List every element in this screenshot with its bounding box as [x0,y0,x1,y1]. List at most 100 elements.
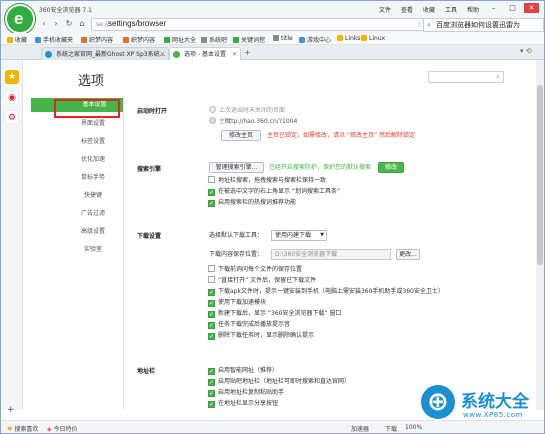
fav-item[interactable]: Linux [361,35,385,42]
menu-file[interactable]: 文件 [379,5,391,14]
nav-shortcuts[interactable]: 快捷键 [23,189,123,203]
fav-item[interactable]: 系统吧 [201,35,227,44]
download-option[interactable]: ✓ 下载apk文件时，提示一键安装到手机（电脑上需安装360手机助手或360安全卫… [208,287,444,296]
modify-search-button[interactable]: 修改 [378,162,404,173]
checkbox[interactable]: ✓ [208,390,215,397]
address-option[interactable]: ✓ 启用贴吧地址栏（地址栏可即时搜索和直达官网） [208,377,350,386]
fav-item[interactable]: 织梦内容 [81,35,113,44]
status-favorite[interactable]: ♥ 搜索喜欢 [7,424,38,433]
add-sidebar-icon[interactable]: + [7,405,15,415]
tab-xitongzhijia[interactable]: 系统之家官网_最新Ghost XP Sp3系统... ✕ [41,47,169,60]
checkbox[interactable]: ✓ [208,333,215,340]
menu-tools[interactable]: 工具 [445,5,457,14]
download-option[interactable]: “直接打开” 文件后，保留已下载文件 [208,276,316,285]
nav-interface-settings[interactable]: 界面设置 [23,117,123,131]
favorites-bar: 收藏 手机收藏夹 织梦内容 织梦内容 网址大全 系统吧 关键词挖 title 游… [1,33,544,45]
download-heading: 下载设置 [137,233,162,240]
save-location-field[interactable]: D:\360安全浏览器下载 [271,249,391,260]
chevron-down-icon: ▼ [320,232,324,238]
watermark-icon: ⊕ [419,383,457,421]
fav-item[interactable]: 手机收藏夹 [35,35,73,44]
checkbox[interactable]: ✓ [208,311,215,318]
search-text[interactable]: 百度浏览器如何设置迅雷为 [436,20,520,30]
checkbox[interactable] [208,265,215,272]
forward-icon[interactable]: › [51,18,61,30]
checkbox[interactable]: ✓ [208,300,215,307]
fav-item[interactable]: 关键词挖 [233,35,265,44]
new-tab-icon[interactable]: + [244,48,251,57]
change-location-button[interactable]: 更改... [396,249,420,260]
minimize-icon[interactable]: – [486,3,501,13]
tab-bar: 系统之家官网_最新Ghost XP Sp3系统... ✕ 选项 - 基本设置 ✕ +… [1,45,544,60]
menu-favorites[interactable]: 收藏 [423,5,435,14]
url-scheme: se:// [96,21,109,28]
checkbox[interactable]: ✓ [208,189,215,196]
fav-item[interactable]: 收藏 [7,35,27,44]
change-home-button[interactable]: 修改主页 [221,130,261,141]
nav-mouse-gestures[interactable]: 鼠标手势 [23,171,123,185]
address-option[interactable]: ✓ 启用智能网址（推荐） [208,366,278,375]
address-bar-heading: 地址栏 [137,368,156,375]
url-text[interactable]: settings/browser [108,19,166,28]
manage-search-engines-button[interactable]: 管理搜索引擎... [209,162,264,173]
download-option[interactable]: ✓ 任务下载完成后播放提示音 [208,320,290,329]
nav-tab-settings[interactable]: 标签设置 [23,135,123,149]
favorites-star-icon[interactable]: ★ [5,70,19,84]
menu-view[interactable]: 查看 [401,5,413,14]
download-option[interactable]: ✓ 删除下载任务时，显示删除确认提示 [208,331,314,340]
checkbox[interactable]: ✓ [208,379,215,386]
browser-logo-icon[interactable]: e [5,4,35,34]
home-url: http://hao.360.cn/?1004 [225,118,298,125]
search-option[interactable]: ✓ 启用搜索栏的热搜词推荐功能 [208,198,296,207]
nav-optimize[interactable]: 优化加速 [23,153,123,167]
address-option[interactable]: ✓ 启用地址栏复制粘贴助手 [208,388,284,397]
fav-item[interactable]: 网址大全 [164,35,196,44]
tab-list-icon[interactable]: ▾ ⟲ [520,47,532,55]
menu-help[interactable]: 帮助 [467,5,479,14]
settings-search-input[interactable]: ⌕ [428,71,504,83]
status-deals[interactable]: ◈ 今日特价 [47,424,78,433]
checkbox[interactable] [208,276,215,283]
checkbox[interactable]: ✓ [208,368,215,375]
checkbox[interactable]: ✓ [208,322,215,329]
download-option[interactable]: ✓ 使用下载加速模块 [208,298,266,307]
download-option[interactable]: ✓ 新建下载后，显示 “360安全浏览器下载” 窗口 [208,309,341,318]
watermark-url: www.XP85.com [463,411,523,419]
search-option[interactable]: ✓ 在被选中文字的右上角显示 “划词搜索工具条” [208,187,340,196]
home-icon[interactable]: ⌂ [77,18,87,30]
download-option[interactable]: 下载前询问每个文件的保存位置 [208,265,302,274]
default-tool-label: 选择默认下载工具： [209,232,264,239]
search-box[interactable]: ⌕ 百度浏览器如何设置迅雷为 [423,18,544,32]
fav-item[interactable]: 游戏中心 [299,35,331,44]
checkbox[interactable]: ✓ [208,289,215,296]
watermark-logo: ⊕ 系统大全 www.XP85.com [419,383,544,427]
tab-settings[interactable]: 选项 - 基本设置 ✕ [169,47,241,60]
back-icon[interactable]: ‹ [39,18,49,30]
checkbox[interactable] [208,176,215,183]
app-icon[interactable]: ⚙ [5,110,19,124]
maximize-icon[interactable]: □ [505,3,520,13]
startup-option-last[interactable]: 上次退出时未关闭的页面 [209,106,285,115]
heart-icon: ♥ [7,426,13,433]
fav-item[interactable]: 织梦内容 [123,35,155,44]
close-icon[interactable]: ✕ [524,3,539,13]
scrollbar[interactable] [536,60,544,410]
browser-window: e 360安全浏览器 7.1 文件 查看 收藏 工具 帮助 – □ ✕ ‹ › … [0,0,545,434]
address-bar[interactable]: se:// settings/browser ☆ [91,18,426,31]
fav-item[interactable]: Links [337,35,360,42]
divider [123,97,124,410]
checkbox[interactable]: ✓ [208,200,215,207]
fav-item[interactable]: title [273,35,293,42]
checkbox[interactable]: ✓ [208,401,215,408]
nav-lab[interactable]: 实验室 [23,243,123,257]
search-option[interactable]: 地址栏搜索，拖拽搜索与搜索栏保持一致 [208,176,326,185]
status-accelerator[interactable]: 加速器 [351,424,369,433]
nav-ad-filter[interactable]: 广告过滤 [23,207,123,221]
weibo-icon[interactable]: ◉ [5,90,19,104]
status-download[interactable]: 下载 [385,424,397,433]
address-option[interactable]: ✓ 在地址栏显示分享按钮 [208,399,278,408]
default-tool-select[interactable]: 使用内建下载 ▼ [271,230,327,241]
refresh-icon[interactable]: ↻ [64,18,74,30]
nav-advanced[interactable]: 高级设置 [23,225,123,239]
scrollbar-thumb[interactable] [537,85,543,265]
